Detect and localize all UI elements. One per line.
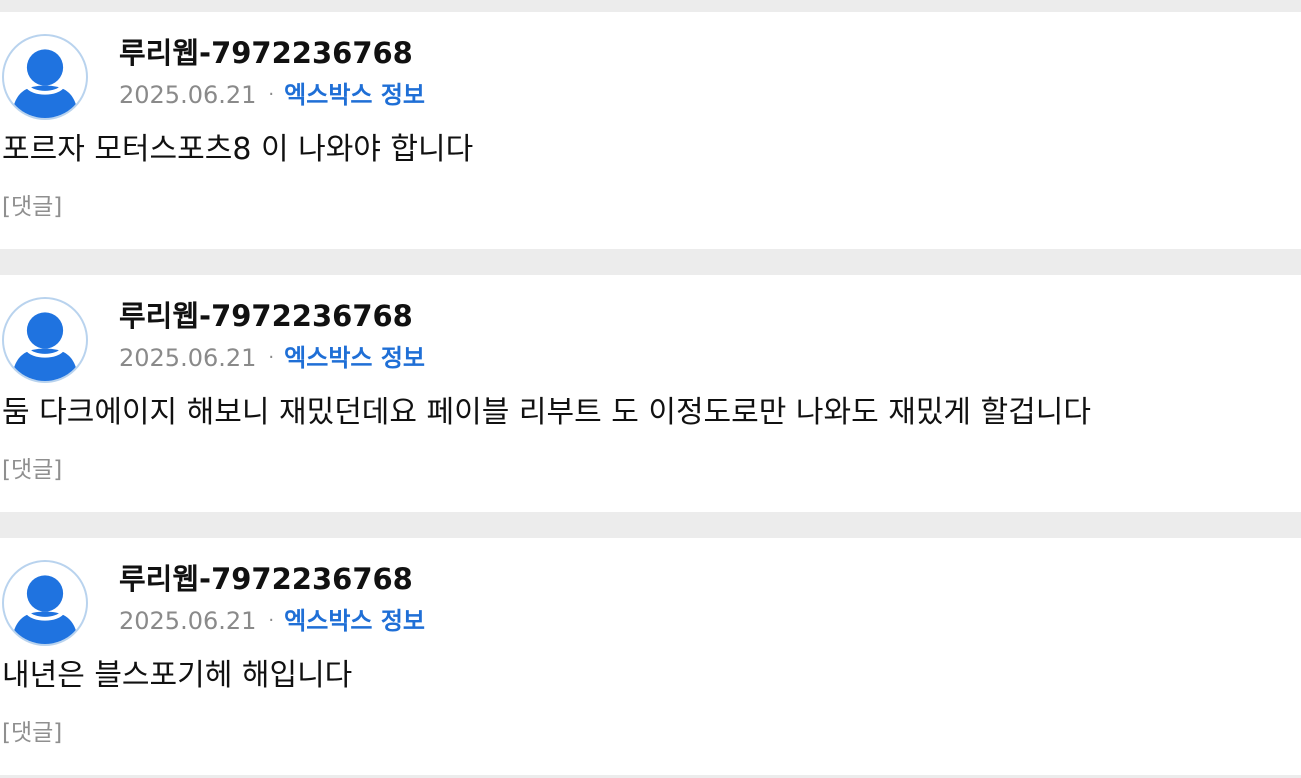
post-date: 2025.06.21 xyxy=(119,344,257,372)
username[interactable]: 루리웹-7972236768 xyxy=(119,562,413,596)
meta-separator: · xyxy=(268,84,275,105)
user-avatar-icon[interactable] xyxy=(2,560,88,646)
user-silhouette-icon xyxy=(11,312,79,381)
reply-link[interactable]: [댓글] xyxy=(2,718,62,748)
meta-separator: · xyxy=(268,347,275,368)
comment-text: 둠 다크에이지 해보니 재밌던데요 페이블 리부트 도 이정도로만 나와도 재밌… xyxy=(2,395,1091,430)
username[interactable]: 루리웹-7972236768 xyxy=(119,36,413,70)
post-date: 2025.06.21 xyxy=(119,607,257,635)
board-link[interactable]: 엑스박스 정보 xyxy=(284,344,425,372)
comment-text: 포르자 모터스포츠8 이 나와야 합니다 xyxy=(2,132,474,167)
user-avatar-icon[interactable] xyxy=(2,34,88,120)
user-avatar-icon[interactable] xyxy=(2,297,88,383)
comment-item: 루리웹-7972236768 2025.06.21 · 엑스박스 정보 내년은 블스… xyxy=(0,538,1301,775)
post-meta: 2025.06.21 · 엑스박스 정보 xyxy=(119,606,425,636)
user-silhouette-icon xyxy=(11,575,79,644)
user-silhouette-icon xyxy=(11,49,79,118)
reply-link[interactable]: [댓글] xyxy=(2,192,62,222)
post-date: 2025.06.21 xyxy=(119,81,257,109)
comment-text: 내년은 블스포기헤 해입니다 xyxy=(2,658,353,693)
comment-feed: 루리웹-7972236768 2025.06.21 · 엑스박스 정보 포르자 모터… xyxy=(0,0,1301,778)
board-link[interactable]: 엑스박스 정보 xyxy=(284,81,425,109)
meta-separator: · xyxy=(268,610,275,631)
post-meta: 2025.06.21 · 엑스박스 정보 xyxy=(119,343,425,373)
post-meta: 2025.06.21 · 엑스박스 정보 xyxy=(119,80,425,110)
comment-item: 루리웹-7972236768 2025.06.21 · 엑스박스 정보 포르자 모터… xyxy=(0,12,1301,249)
username[interactable]: 루리웹-7972236768 xyxy=(119,299,413,333)
board-link[interactable]: 엑스박스 정보 xyxy=(284,607,425,635)
comment-item: 루리웹-7972236768 2025.06.21 · 엑스박스 정보 둠 다크에이… xyxy=(0,275,1301,512)
reply-link[interactable]: [댓글] xyxy=(2,455,62,485)
